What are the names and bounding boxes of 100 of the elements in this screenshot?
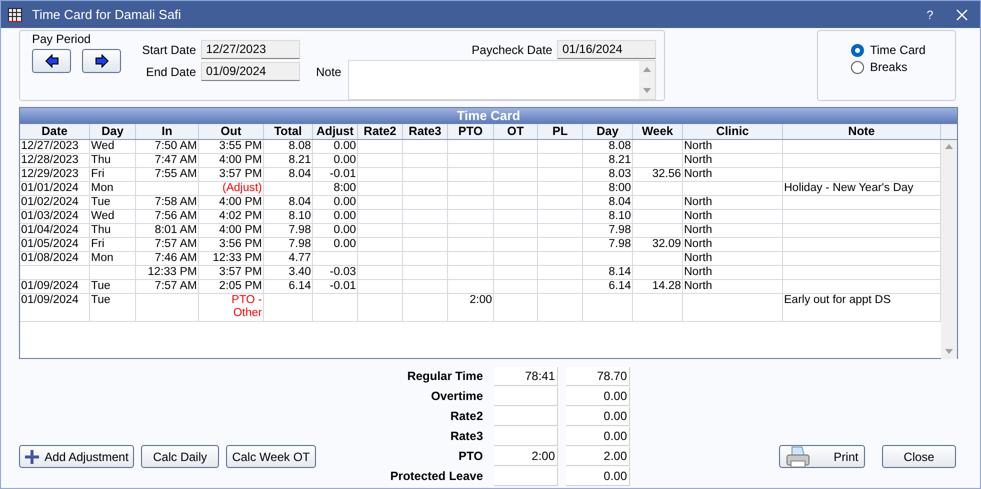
total-label: PTO	[458, 448, 483, 465]
print-button[interactable]: Print	[779, 445, 865, 468]
radio-button[interactable]	[851, 44, 864, 56]
decimal-field[interactable]: 2.00	[566, 446, 630, 466]
end-date-field[interactable]: 01/09/2024	[201, 62, 300, 81]
table-cell: 4.77	[288, 252, 311, 264]
column-header[interactable]: Day	[583, 124, 633, 139]
table-cell: 3:57 PM	[219, 266, 262, 278]
column-header[interactable]: Note	[783, 124, 941, 139]
action-button[interactable]: Calc Week OT	[226, 445, 316, 468]
table-cell: 8.04	[608, 196, 631, 208]
table-cell: 12/29/2023	[21, 168, 79, 180]
table-cell: North	[684, 196, 712, 208]
table-cell: 2:00	[470, 294, 492, 306]
help-button[interactable]: ?	[920, 6, 940, 24]
table-cell: 0.00	[334, 140, 356, 152]
column-header[interactable]: Date	[20, 124, 90, 139]
table-cell: 01/09/2024	[21, 280, 79, 292]
table-cell: 7:50 AM	[154, 140, 197, 152]
next-period-button[interactable]	[82, 49, 121, 73]
total-label: Rate2	[449, 408, 483, 425]
table-cell: North	[684, 210, 712, 222]
column-header[interactable]: In	[136, 124, 199, 139]
printer-icon	[786, 446, 810, 468]
hours-field[interactable]	[494, 386, 558, 406]
decimal-field[interactable]: 0.00	[566, 466, 630, 486]
table-cell: North	[684, 238, 712, 250]
table-cell: Wed	[91, 140, 114, 152]
table-cell: 7:55 AM	[154, 168, 197, 180]
table-cell: North	[684, 224, 712, 236]
table-cell: 8:01 AM	[154, 224, 197, 236]
hours-field[interactable]	[494, 426, 558, 446]
column-header[interactable]: Clinic	[683, 124, 783, 139]
total-label: Rate3	[449, 428, 483, 445]
table-cell: 8.04	[288, 196, 311, 208]
table-cell: 7.98	[608, 224, 631, 236]
column-header[interactable]: OT	[494, 124, 538, 139]
table-cell: Fri	[91, 238, 104, 250]
table-cell: 01/05/2024	[21, 238, 79, 250]
scrollbar-drawing	[639, 61, 656, 99]
table-cell: 0.00	[334, 224, 356, 236]
table-cell: Tue	[91, 196, 110, 208]
table-cell: 32.09	[652, 238, 681, 250]
decimal-field[interactable]: 0.00	[566, 426, 630, 446]
table-cell: 8:00	[334, 182, 356, 194]
table-cell: (Adjust)	[222, 182, 262, 194]
decimal-field[interactable]: 78.70	[566, 366, 630, 386]
hours-field[interactable]: 78:41	[494, 366, 558, 386]
table-cell: 7:56 AM	[154, 210, 197, 222]
table-cell: North	[684, 266, 712, 278]
table-cell: -0.01	[330, 280, 356, 292]
column-header[interactable]: PTO	[448, 124, 494, 139]
table-cell: 8.21	[608, 154, 631, 166]
radio-label: Time Card	[870, 43, 926, 57]
column-header[interactable]: Rate2	[358, 124, 403, 139]
table-cell: Thu	[91, 154, 111, 166]
close-icon[interactable]	[956, 8, 968, 20]
column-header[interactable]: Out	[199, 124, 264, 139]
table-cell: 12:33 PM	[148, 266, 197, 278]
start-date-label: Start Date	[140, 42, 196, 58]
hours-field[interactable]	[494, 466, 558, 486]
paycheck-date-field[interactable]: 01/16/2024	[557, 40, 656, 59]
plus-icon	[24, 448, 40, 464]
decimal-field[interactable]: 0.00	[566, 406, 630, 426]
table-cell: 3.40	[288, 266, 311, 278]
column-header[interactable]: Day	[90, 124, 136, 139]
previous-period-button[interactable]	[32, 49, 71, 73]
add-adjustment-button[interactable]: Add Adjustment	[19, 445, 134, 468]
table-cell: 4:00 PM	[219, 224, 262, 236]
hours-field[interactable]	[494, 406, 558, 426]
table-cell: 7:58 AM	[154, 196, 197, 208]
table-cell: 01/04/2024	[21, 224, 79, 236]
grid-icon	[8, 8, 22, 22]
note-field[interactable]	[348, 60, 656, 100]
table-cell: North	[684, 252, 712, 264]
total-label: Overtime	[430, 388, 483, 405]
action-button[interactable]: Calc Daily	[141, 445, 219, 468]
table-cell: 8.08	[608, 140, 631, 152]
table-cell: Holiday - New Year's Day	[784, 182, 914, 194]
action-button[interactable]: Close	[882, 445, 956, 468]
column-header[interactable]: Total	[264, 124, 313, 139]
table-cell: 12/28/2023	[21, 154, 79, 166]
window-title: Time Card for Damali Safi	[32, 6, 182, 24]
hours-field[interactable]: 2:00	[494, 446, 558, 466]
table-cell: 3:55 PM	[219, 140, 262, 152]
radio-button[interactable]	[851, 60, 864, 74]
column-header[interactable]: Week	[633, 124, 683, 139]
table-cell: Thu	[91, 224, 111, 236]
start-date-field[interactable]: 12/27/2023	[201, 40, 300, 59]
column-header[interactable]: Adjust	[313, 124, 358, 139]
table-cell: 7:47 AM	[154, 154, 197, 166]
decimal-field[interactable]: 0.00	[566, 386, 630, 406]
right-arrow-icon	[94, 54, 108, 68]
table-cell: 0.00	[334, 210, 356, 222]
pay-period-label: Pay Period	[32, 32, 92, 46]
table-cell: Early out for appt DS	[784, 294, 891, 306]
table-cell: North	[684, 154, 712, 166]
column-header[interactable]: PL	[538, 124, 583, 139]
column-header[interactable]: Rate3	[403, 124, 448, 139]
table-cell: 8.04	[288, 168, 311, 180]
